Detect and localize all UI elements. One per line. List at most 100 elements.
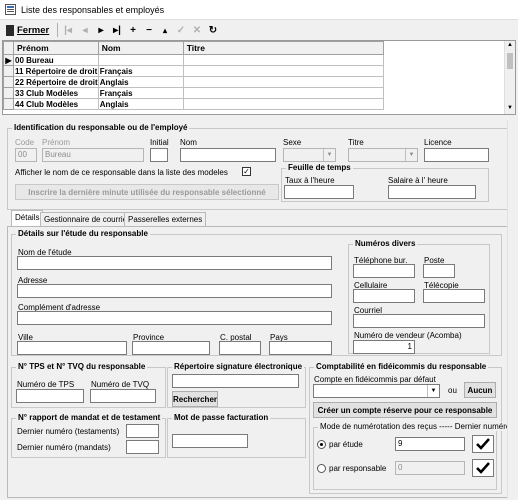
identification-title: Identification du responsable ou de l'em…: [12, 123, 190, 132]
tab-email-manager[interactable]: Gestionnaire de courriels: [40, 212, 137, 226]
tab-external-gateways[interactable]: Passerelles externes: [124, 212, 207, 226]
chevron-down-icon: ▼: [427, 385, 439, 397]
table-row[interactable]: 11 Répertoire de droit Français: [3, 65, 507, 77]
show-name-checkbox[interactable]: ✓: [242, 167, 251, 176]
tps-label: Numéro de TPS: [17, 380, 75, 389]
window-scrollbar[interactable]: [507, 120, 517, 498]
code-field[interactable]: 00: [15, 148, 37, 162]
search-button[interactable]: Rechercher: [172, 391, 218, 407]
scroll-down-icon[interactable]: ▼: [507, 105, 513, 111]
par-responsable-confirm-button[interactable]: [472, 459, 494, 477]
fidei-title: Comptabilité en fidéicommis du responsab…: [314, 362, 489, 371]
timesheet-title: Feuille de temps: [286, 163, 353, 172]
tel-field[interactable]: [353, 264, 415, 278]
none-button[interactable]: Aucun: [464, 382, 496, 398]
table-row[interactable]: 22 Répertoire de droit Anglais: [3, 76, 507, 88]
signature-title: Répertoire signature électronique: [172, 362, 305, 371]
column-header-titre[interactable]: Titre: [182, 41, 384, 55]
par-responsable-field[interactable]: 0: [395, 461, 465, 475]
table-row[interactable]: 33 Club Modèles Français: [3, 87, 507, 99]
add-icon[interactable]: +: [125, 22, 141, 38]
hourly-rate-label: Taux à l'heure: [285, 176, 335, 185]
window-title: Liste des responsables et employés: [21, 5, 165, 15]
delete-icon[interactable]: −: [141, 22, 157, 38]
sexe-select[interactable]: ▼: [283, 148, 336, 162]
first-record-icon[interactable]: |◂: [60, 22, 76, 38]
next-record-icon[interactable]: ▸: [93, 22, 109, 38]
title-bar: Liste des responsables et employés: [0, 0, 518, 20]
last-testament-label: Dernier numéro (testaments): [17, 427, 120, 436]
scroll-up-icon[interactable]: ▲: [507, 42, 513, 48]
edit-icon[interactable]: ▴: [157, 22, 173, 38]
nom-label: Nom: [180, 138, 197, 147]
password-field[interactable]: [172, 434, 248, 448]
province-field[interactable]: [132, 341, 210, 355]
nom-field[interactable]: [180, 148, 276, 162]
par-etude-confirm-button[interactable]: [472, 435, 494, 453]
password-title: Mot de passe facturation: [172, 413, 271, 422]
nom-etude-field[interactable]: [17, 256, 332, 270]
etude-title: Détails sur l'étude du responsable: [16, 229, 150, 238]
tvq-field[interactable]: [90, 389, 156, 403]
par-etude-field[interactable]: 9: [395, 437, 465, 451]
prenom-label: Prénom: [42, 138, 71, 147]
vendor-label: Numéro de vendeur (Acomba): [354, 331, 462, 340]
titre-label: Titre: [348, 138, 364, 147]
chevron-down-icon: ▼: [323, 149, 335, 161]
close-button[interactable]: Fermer: [6, 22, 49, 38]
tab-details[interactable]: Détails: [11, 210, 44, 226]
column-header-nom[interactable]: Nom: [97, 41, 184, 55]
pays-field[interactable]: [269, 341, 332, 355]
previous-record-icon[interactable]: ◂: [77, 22, 93, 38]
last-testament-field[interactable]: [126, 424, 159, 438]
ville-field[interactable]: [17, 341, 127, 355]
table-row[interactable]: 44 Club Modèles Anglais: [3, 98, 507, 110]
adresse-field[interactable]: [17, 284, 332, 298]
insert-last-minute-button[interactable]: Inscrire la dernière minute utilisée du …: [15, 184, 279, 200]
code-label: Code: [15, 138, 35, 147]
fax-field[interactable]: [423, 289, 485, 303]
complement-field[interactable]: [17, 311, 332, 325]
last-record-icon[interactable]: ▸|: [109, 22, 125, 38]
par-responsable-radio[interactable]: [317, 464, 326, 473]
default-account-select[interactable]: ▼: [313, 384, 440, 398]
prenom-field[interactable]: Bureau: [42, 148, 144, 162]
vendor-field[interactable]: 1: [353, 340, 415, 354]
licence-label: Licence: [424, 138, 452, 147]
refresh-icon[interactable]: ↻: [205, 22, 221, 38]
cpostal-field[interactable]: [219, 341, 261, 355]
tps-field[interactable]: [16, 389, 84, 403]
column-header-prenom[interactable]: Prénom: [13, 41, 99, 55]
numbering-title: Mode de numérotation des reçus ----- Der…: [318, 422, 513, 431]
initial-label: Initial: [150, 138, 169, 147]
table-row[interactable]: ▶ 00 Bureau: [3, 54, 507, 66]
records-grid[interactable]: Prénom Nom Titre ▶ 00 Bureau 11 Répertoi…: [2, 40, 516, 115]
licence-field[interactable]: [424, 148, 489, 162]
cell-field[interactable]: [353, 289, 415, 303]
par-etude-label: par étude: [329, 440, 363, 449]
par-etude-radio[interactable]: [317, 440, 326, 449]
signature-path-field[interactable]: [172, 374, 299, 388]
par-responsable-label: par responsable: [329, 464, 387, 473]
hourly-salary-field[interactable]: [388, 185, 476, 199]
app-icon: [5, 4, 16, 15]
email-field[interactable]: [353, 314, 485, 328]
check-icon: [476, 438, 490, 450]
grid-scrollbar[interactable]: ▲ ▼: [504, 41, 515, 114]
hourly-salary-label: Salaire à l' heure: [388, 176, 448, 185]
poste-field[interactable]: [423, 264, 455, 278]
last-mandat-field[interactable]: [126, 440, 159, 454]
initial-field[interactable]: [150, 148, 168, 162]
or-label: ou: [448, 386, 457, 395]
numeros-title: Numéros divers: [353, 239, 418, 248]
post-icon[interactable]: ✓: [173, 22, 189, 38]
cancel-icon[interactable]: ✕: [189, 22, 205, 38]
create-reserve-account-button[interactable]: Créer un compte réserve pour ce responsa…: [313, 402, 497, 418]
last-mandat-label: Dernier numéro (mandats): [17, 443, 111, 452]
current-row-indicator-icon: ▶: [3, 54, 14, 66]
scroll-thumb[interactable]: [507, 53, 513, 69]
titre-select[interactable]: ▼: [348, 148, 418, 162]
close-label: Fermer: [17, 24, 50, 36]
tvq-label: Numéro de TVQ: [91, 380, 150, 389]
hourly-rate-field[interactable]: [284, 185, 354, 199]
